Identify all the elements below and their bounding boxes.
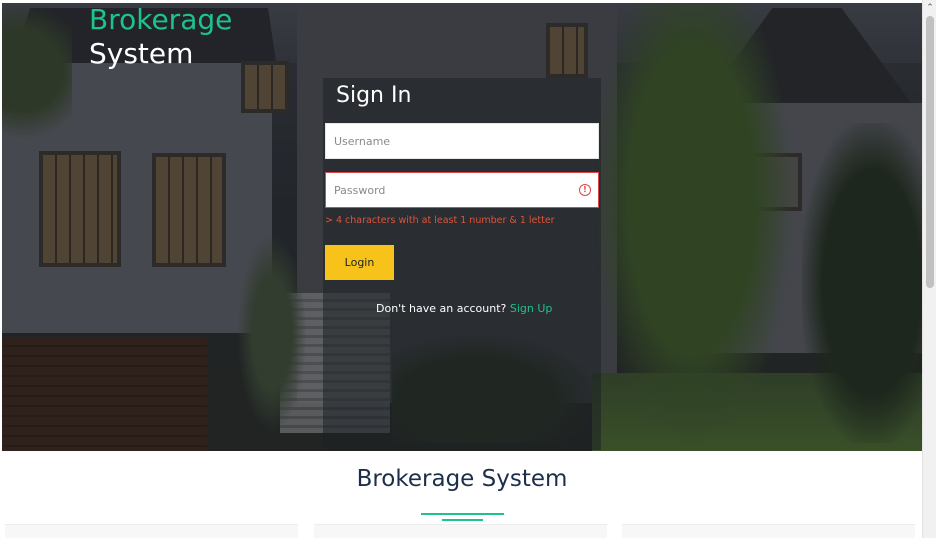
signup-link[interactable]: Sign Up bbox=[510, 302, 553, 315]
brand-title-line1: Brokerage bbox=[89, 3, 233, 36]
signup-prompt: Don't have an account? bbox=[376, 302, 507, 315]
scrollbar-thumb[interactable] bbox=[926, 16, 934, 288]
page: Brokerage System Sign In ! > 4 character… bbox=[0, 0, 936, 538]
section-title: Brokerage System bbox=[356, 466, 568, 492]
username-field-wrapper bbox=[325, 123, 599, 159]
chevron-up-icon[interactable]: ⌃ bbox=[923, 2, 936, 14]
password-input[interactable] bbox=[326, 173, 598, 207]
brand-logo[interactable]: Brokerage System bbox=[89, 3, 232, 71]
brand-title-line2: System bbox=[89, 37, 194, 70]
signup-row: Don't have an account? Sign Up bbox=[376, 302, 552, 315]
password-hint: > 4 characters with at least 1 number & … bbox=[325, 215, 555, 226]
page-scrollbar[interactable]: ⌃ bbox=[922, 0, 936, 538]
password-field-wrapper: ! bbox=[325, 172, 599, 208]
feature-card bbox=[622, 524, 915, 538]
signin-title: Sign In bbox=[336, 83, 412, 108]
title-divider bbox=[442, 519, 483, 521]
alert-circle-icon: ! bbox=[579, 184, 591, 196]
login-button[interactable]: Login bbox=[325, 245, 394, 280]
title-divider bbox=[421, 513, 504, 515]
feature-card bbox=[5, 524, 298, 538]
feature-card bbox=[314, 524, 607, 538]
username-input[interactable] bbox=[326, 124, 598, 158]
